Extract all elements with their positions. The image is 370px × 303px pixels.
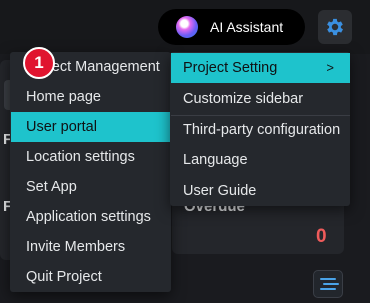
list-view-button[interactable] bbox=[313, 270, 343, 298]
menu-item-set-app[interactable]: Set App bbox=[11, 172, 170, 202]
ai-assistant-label: AI Assistant bbox=[210, 19, 284, 35]
overdue-count: 0 bbox=[316, 226, 327, 247]
ai-orb-icon bbox=[176, 16, 198, 38]
list-line-icon bbox=[320, 288, 336, 290]
step-number-badge: 1 bbox=[23, 47, 55, 79]
menu-item-invite-members[interactable]: Invite Members bbox=[11, 232, 170, 262]
menu-item-location-settings[interactable]: Location settings bbox=[11, 142, 170, 172]
menu-item-home-page[interactable]: Home page bbox=[11, 82, 170, 112]
top-bar: AI Assistant bbox=[0, 0, 370, 54]
menu-item-user-portal[interactable]: User portal bbox=[11, 112, 170, 142]
gear-icon bbox=[327, 18, 343, 36]
settings-button[interactable] bbox=[318, 10, 352, 44]
project-menu: Project Management Home page User portal… bbox=[10, 52, 171, 292]
list-line-icon bbox=[323, 283, 339, 285]
project-setting-submenu: Project Setting > Customize sidebar Thir… bbox=[170, 52, 350, 206]
menu-item-application-settings[interactable]: Application settings bbox=[11, 202, 170, 232]
submenu-item-user-guide[interactable]: User Guide bbox=[171, 176, 350, 206]
submenu-item-language[interactable]: Language bbox=[171, 145, 350, 175]
submenu-item-third-party-configuration[interactable]: Third-party configuration bbox=[171, 115, 350, 145]
chevron-right-icon: > bbox=[326, 60, 334, 75]
list-line-icon bbox=[320, 278, 336, 280]
submenu-item-project-setting[interactable]: Project Setting > bbox=[171, 53, 350, 83]
ai-assistant-button[interactable]: AI Assistant bbox=[158, 9, 305, 45]
submenu-item-label: Project Setting bbox=[183, 60, 278, 76]
submenu-item-customize-sidebar[interactable]: Customize sidebar bbox=[171, 84, 350, 114]
menu-item-quit-project[interactable]: Quit Project bbox=[11, 262, 170, 292]
